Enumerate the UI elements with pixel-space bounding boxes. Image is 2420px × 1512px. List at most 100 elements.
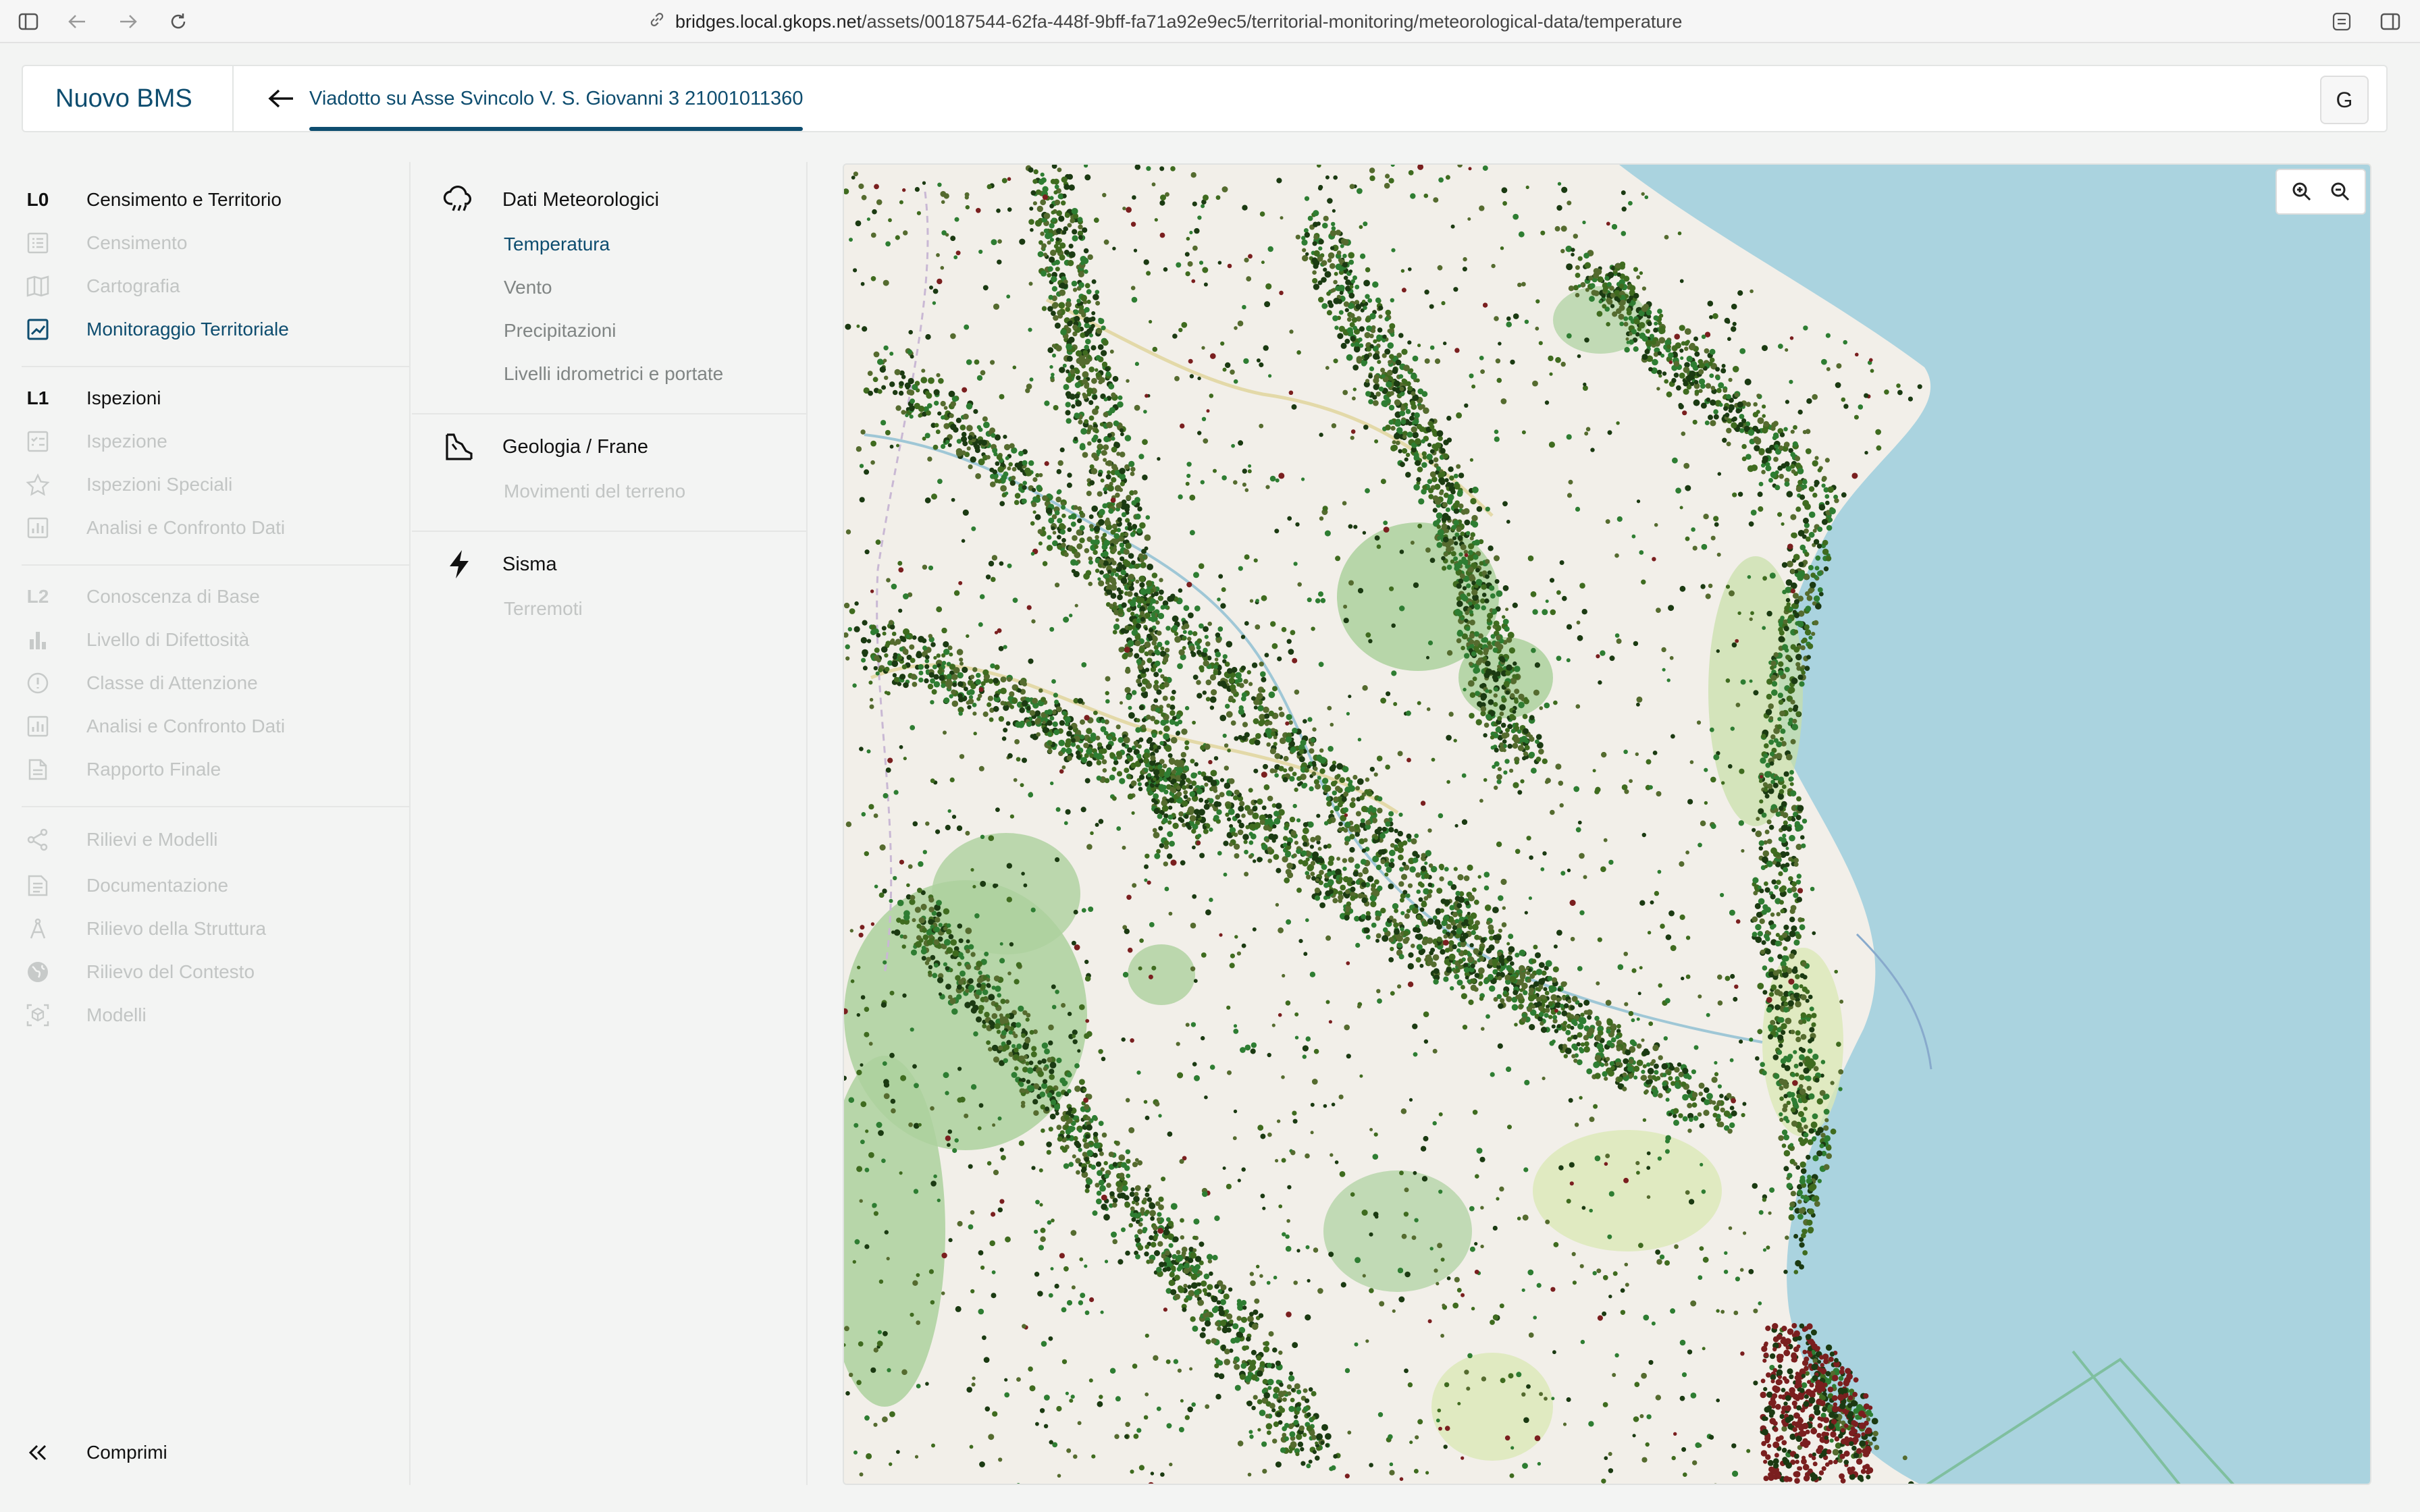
temperature-point[interactable] [1415,872,1421,878]
temperature-point[interactable] [1358,337,1363,342]
temperature-point[interactable] [1093,549,1098,556]
temperature-point[interactable] [1872,1436,1877,1442]
temperature-point[interactable] [1098,1179,1105,1186]
temperature-point[interactable] [1628,315,1633,321]
temperature-point[interactable] [1413,418,1419,425]
temperature-point[interactable] [914,907,921,913]
temperature-point[interactable] [1824,494,1830,499]
temperature-point[interactable] [1691,1102,1698,1108]
temperature-point[interactable] [1538,1006,1544,1011]
temperature-point[interactable] [1074,1085,1081,1092]
temperature-point[interactable] [1515,994,1520,1000]
temperature-point[interactable] [1594,1054,1602,1062]
temperature-point[interactable] [1467,979,1471,983]
temperature-point[interactable] [990,663,995,669]
temperature-point[interactable] [1478,967,1485,974]
temperature-point[interactable] [1735,392,1739,398]
temperature-point[interactable] [1047,720,1053,726]
temperature-point[interactable] [1040,1104,1046,1110]
temperature-point[interactable] [1005,999,1009,1004]
temperature-point[interactable] [1811,1137,1816,1142]
temperature-point[interactable] [1294,1414,1298,1420]
temperature-point[interactable] [1783,619,1788,624]
temperature-point[interactable] [1367,298,1373,303]
temperature-point[interactable] [1234,843,1240,850]
temperature-point[interactable] [1303,827,1309,834]
extension-icon[interactable] [2328,8,2355,35]
bridge-tab[interactable]: Viadotto su Asse Svincolo V. S. Giovanni… [309,66,804,131]
temperature-point[interactable] [1157,612,1165,620]
temperature-point[interactable] [1297,782,1302,787]
temperature-point[interactable] [1121,1162,1127,1168]
temperature-point[interactable] [1641,335,1648,342]
temperature-point[interactable] [941,415,945,420]
temperature-point[interactable] [1389,354,1394,360]
temperature-point[interactable] [955,417,962,423]
temperature-point[interactable] [1473,987,1479,992]
temperature-point[interactable] [1822,1407,1827,1412]
temperature-point[interactable] [1769,751,1775,757]
temperature-point[interactable] [1770,471,1777,479]
temperature-point[interactable] [1778,699,1784,705]
temperature-point[interactable] [1407,883,1413,888]
temperature-point[interactable] [1382,935,1389,942]
temperature-point[interactable] [1700,383,1706,389]
temperature-point[interactable] [1776,912,1781,917]
temperature-point[interactable] [1463,919,1469,924]
temperature-point[interactable] [1838,1376,1844,1381]
temperature-point[interactable] [941,443,946,449]
temperature-point[interactable] [1265,728,1272,735]
temperature-point[interactable] [1563,1003,1569,1008]
temperature-point[interactable] [1338,876,1343,881]
temperature-point[interactable] [1554,1029,1559,1033]
temperature-point[interactable] [1327,746,1334,752]
temperature-point[interactable] [912,682,918,687]
temperature-point[interactable] [973,409,978,414]
temperature-point[interactable] [1394,909,1398,913]
temperature-point[interactable] [1309,748,1315,754]
temperature-point[interactable] [1796,1094,1801,1099]
temperature-point[interactable] [1246,670,1251,675]
temperature-point[interactable] [1022,460,1028,466]
temperature-point[interactable] [1331,1465,1336,1471]
temperature-point[interactable] [1432,954,1440,961]
temperature-point[interactable] [1765,948,1771,955]
temperature-point[interactable] [1798,570,1806,577]
temperature-point[interactable] [1239,1374,1246,1380]
temperature-point[interactable] [1615,1035,1620,1040]
temperature-point[interactable] [1540,1021,1544,1026]
temperature-point[interactable] [1726,394,1731,400]
temperature-point[interactable] [1041,1042,1049,1049]
temperature-point[interactable] [1083,742,1089,749]
temperature-point[interactable] [943,962,947,967]
temperature-point[interactable] [951,1008,958,1015]
temperature-point[interactable] [1396,352,1402,358]
temperature-point[interactable] [1217,1289,1222,1293]
temperature-point[interactable] [1177,1285,1183,1291]
temperature-point[interactable] [1093,1131,1099,1137]
temperature-point[interactable] [1348,259,1354,265]
temperature-point[interactable] [1625,1049,1631,1056]
temperature-point[interactable] [1134,1191,1139,1197]
temperature-point[interactable] [1342,262,1348,268]
temperature-point[interactable] [1036,485,1042,491]
temperature-point[interactable] [1788,707,1793,712]
temperature-point[interactable] [1421,900,1427,905]
temperature-point[interactable] [1053,729,1059,736]
temperature-point[interactable] [1580,1013,1585,1017]
temperature-point[interactable] [1253,705,1258,710]
temperature-point[interactable] [1756,911,1762,918]
temperature-point[interactable] [1188,612,1194,618]
temperature-point[interactable] [1189,645,1195,651]
temperature-point[interactable] [1061,513,1066,518]
temperature-point[interactable] [1160,605,1165,610]
temperature-point[interactable] [1263,1346,1270,1353]
temperature-point[interactable] [1278,765,1284,772]
temperature-point[interactable] [935,917,941,923]
temperature-point[interactable] [959,424,966,431]
temperature-point[interactable] [934,963,939,968]
temperature-point[interactable] [1342,866,1347,871]
temperature-point[interactable] [1196,645,1201,650]
temperature-point[interactable] [1804,551,1810,557]
temperature-point[interactable] [1284,877,1290,884]
